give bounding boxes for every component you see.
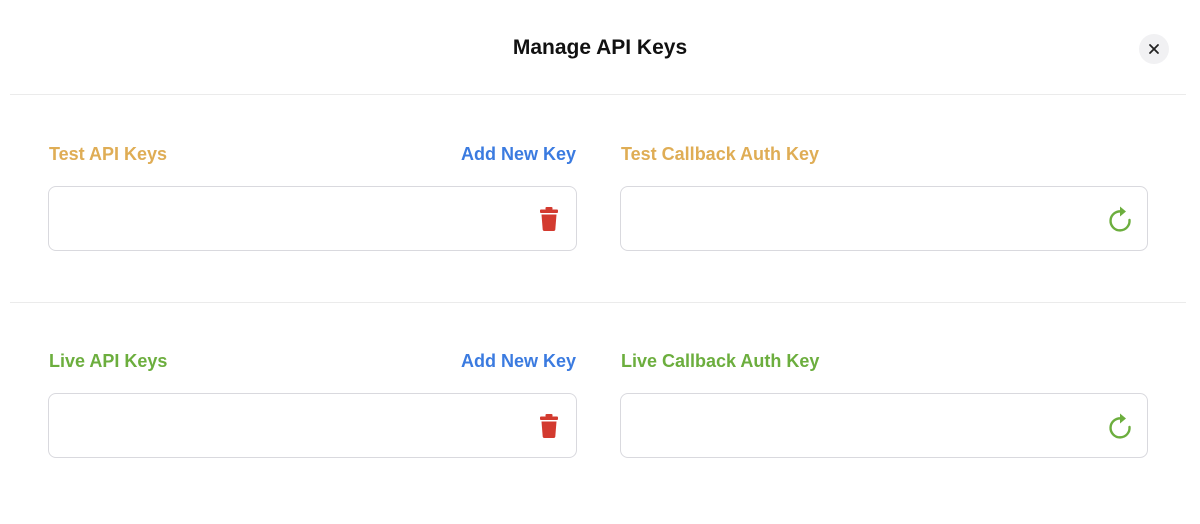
modal-header: Manage API Keys: [0, 0, 1200, 96]
test-keys-section: Test API Keys Add New Key Test Callback …: [0, 140, 1200, 260]
close-button[interactable]: [1139, 34, 1169, 64]
live-callback-auth-key-field: [620, 393, 1148, 458]
live-delete-key-button[interactable]: [536, 411, 562, 441]
modal-title: Manage API Keys: [512, 36, 688, 59]
test-callback-auth-key-input[interactable]: [621, 187, 1147, 250]
live-api-keys-label: Live API Keys: [49, 351, 168, 371]
test-callback-auth-key-label: Test Callback Auth Key: [621, 144, 820, 164]
live-callback-auth-key-label: Live Callback Auth Key: [621, 351, 820, 371]
test-api-key-field: [48, 186, 577, 251]
test-delete-key-button[interactable]: [536, 204, 562, 234]
test-callback-auth-key-field: [620, 186, 1148, 251]
trash-icon: [540, 413, 558, 438]
test-add-new-key-link[interactable]: Add New Key: [430, 144, 576, 165]
live-api-key-field: [48, 393, 577, 458]
test-api-keys-label: Test API Keys: [49, 144, 168, 164]
section-divider: [10, 302, 1186, 303]
trash-icon: [540, 206, 558, 231]
test-api-key-input[interactable]: [49, 187, 576, 250]
live-add-new-key-link[interactable]: Add New Key: [430, 351, 576, 372]
refresh-icon: [1109, 206, 1131, 232]
test-regenerate-callback-button[interactable]: [1107, 204, 1133, 234]
live-regenerate-callback-button[interactable]: [1107, 411, 1133, 441]
live-callback-auth-key-input[interactable]: [621, 394, 1147, 457]
live-keys-section: Live API Keys Add New Key Live Callback …: [0, 347, 1200, 467]
live-api-key-input[interactable]: [49, 394, 576, 457]
refresh-icon: [1109, 413, 1131, 439]
close-icon: [1149, 44, 1159, 54]
header-divider: [10, 94, 1186, 95]
